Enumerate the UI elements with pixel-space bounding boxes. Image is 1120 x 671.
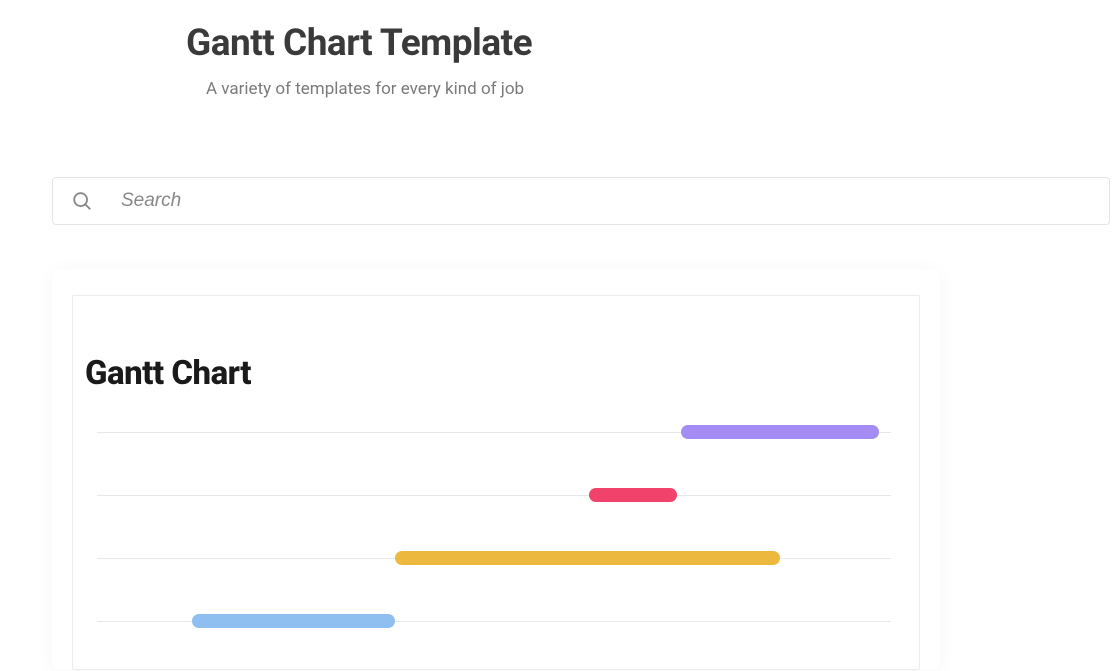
gantt-row-line <box>97 495 891 496</box>
template-card[interactable]: Gantt Chart <box>52 269 940 670</box>
gantt-row <box>97 551 891 565</box>
gantt-row <box>97 488 891 502</box>
chart-area <box>97 425 891 628</box>
gantt-bar <box>589 488 676 502</box>
gantt-row <box>97 614 891 628</box>
page-title: Gantt Chart Template <box>186 22 1120 65</box>
search-icon <box>71 190 93 212</box>
gantt-bar <box>192 614 394 628</box>
page-subtitle: A variety of templates for every kind of… <box>186 79 1120 99</box>
search-bar[interactable] <box>52 177 1110 225</box>
gantt-row <box>97 425 891 439</box>
chart-title: Gantt Chart <box>85 354 903 393</box>
gantt-bar <box>395 551 780 565</box>
gantt-chart-preview: Gantt Chart <box>72 295 920 670</box>
gantt-bar <box>681 425 880 439</box>
search-input[interactable] <box>121 190 1091 212</box>
